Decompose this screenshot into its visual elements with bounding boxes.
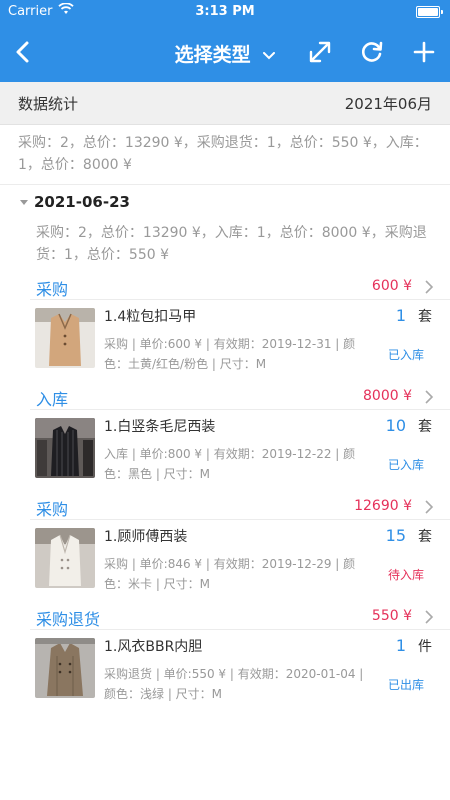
status-bar: Carrier 3:13 PM (0, 0, 450, 24)
status-badge: 已入库 (387, 458, 424, 472)
section-title: 采购 (36, 280, 69, 299)
top-bar: Carrier 3:13 PM 选择类型 (0, 0, 450, 82)
section-amount: 600 ¥ (371, 278, 412, 294)
day-summary: 采购：2，总价：13290 ¥，入库：1，总价：8000 ¥，采购退货：1，总价… (36, 225, 427, 263)
list-item[interactable]: 1.顾师傅西装 15 套 采购 | 单价:846 ¥ | 有效期：2019-12… (0, 520, 450, 600)
stats-label: 数据统计 (18, 95, 79, 113)
item-name: 1.4粒包扣马甲 (104, 309, 197, 325)
list-item[interactable]: 1.4粒包扣马甲 1 套 采购 | 单价:600 ¥ | 有效期：2019-12… (0, 300, 450, 380)
battery-icon (416, 6, 443, 18)
section-title: 采购退货 (36, 610, 101, 629)
section-amount: 12690 ¥ (354, 498, 412, 514)
item-details: 采购 | 单价:600 ¥ | 有效期：2019-12-31 | 颜色：土黄/红… (104, 337, 356, 371)
chevron-down-icon (263, 51, 276, 59)
group-date: 2021-06-23 (34, 193, 130, 211)
product-image (35, 418, 95, 478)
item-unit: 套 (418, 419, 432, 435)
item-unit: 套 (418, 529, 432, 545)
product-image (35, 308, 95, 368)
status-badge: 待入库 (387, 568, 424, 582)
refresh-icon[interactable] (358, 38, 386, 66)
month-summary: 采购：2，总价：13290 ¥，采购退货：1，总价：550 ¥，入库：1，总价：… (18, 135, 428, 173)
chevron-right-icon (425, 500, 434, 514)
chevron-right-icon (425, 280, 434, 294)
section-header-stock-in[interactable]: 入库 8000 ¥ (0, 384, 450, 410)
item-details: 采购 | 单价:846 ¥ | 有效期：2019-12-29 | 颜色：米卡 |… (104, 557, 356, 591)
product-image (35, 528, 95, 588)
item-details: 采购退货 | 单价:550 ¥ | 有效期：2020-01-04 | 颜色：浅绿… (104, 667, 364, 701)
list-item[interactable]: 1.风衣BBR内胆 1 件 采购退货 | 单价:550 ¥ | 有效期：2020… (0, 630, 450, 710)
section-amount: 8000 ¥ (363, 388, 412, 404)
expand-icon[interactable] (306, 38, 334, 66)
item-quantity: 1 (395, 636, 406, 655)
item-unit: 套 (418, 309, 432, 325)
month-selector[interactable]: 2021年06月 (345, 93, 432, 114)
item-name: 1.白竖条毛尼西装 (104, 419, 216, 435)
item-unit: 件 (418, 639, 432, 655)
section-header-purchase[interactable]: 采购 12690 ¥ (0, 494, 450, 520)
navigation-bar: 选择类型 (0, 24, 450, 82)
date-group-header[interactable]: 2021-06-23 (20, 193, 130, 211)
item-quantity: 10 (385, 416, 406, 435)
item-name: 1.顾师傅西装 (104, 529, 188, 545)
collapse-triangle-icon (20, 200, 28, 205)
section-title: 入库 (36, 390, 69, 409)
chevron-right-icon (425, 610, 434, 624)
status-time: 3:13 PM (195, 4, 255, 19)
item-quantity: 1 (395, 306, 406, 325)
list-item[interactable]: 1.白竖条毛尼西装 10 套 入库 | 单价:800 ¥ | 有效期：2019-… (0, 410, 450, 490)
section-title: 采购 (36, 500, 69, 519)
section-amount: 550 ¥ (371, 608, 412, 624)
status-badge: 已入库 (387, 348, 424, 362)
stats-header[interactable]: 数据统计 2021年06月 (0, 82, 450, 125)
divider (0, 184, 450, 185)
item-name: 1.风衣BBR内胆 (104, 639, 203, 655)
plus-icon[interactable] (410, 38, 438, 66)
section-header-purchase-return[interactable]: 采购退货 550 ¥ (0, 604, 450, 630)
page-title: 选择类型 (174, 44, 251, 66)
item-quantity: 15 (385, 526, 406, 545)
status-badge: 已出库 (387, 678, 424, 692)
item-details: 入库 | 单价:800 ¥ | 有效期：2019-12-22 | 颜色：黑色 |… (104, 447, 356, 481)
section-header-purchase[interactable]: 采购 600 ¥ (0, 274, 450, 300)
chevron-right-icon (425, 390, 434, 404)
product-image (35, 638, 95, 698)
